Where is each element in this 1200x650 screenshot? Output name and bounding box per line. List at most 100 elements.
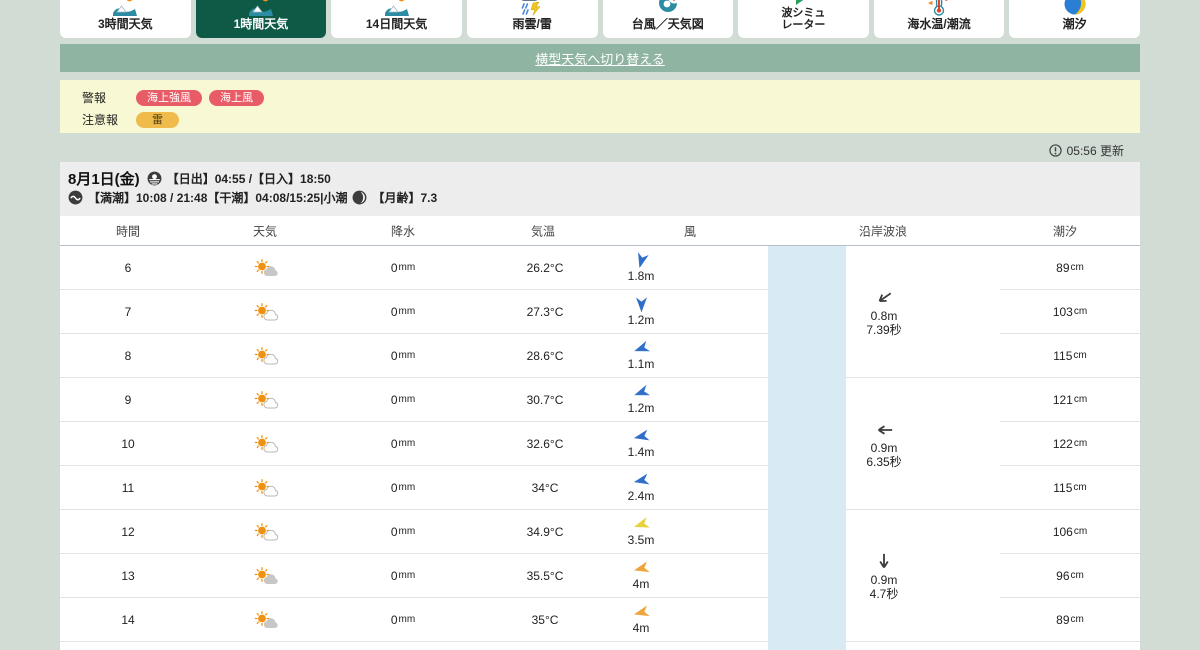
tide-cell: 103 cm xyxy=(1000,290,1140,334)
table-row: 7 0 mm 27.3°C 1.2m xyxy=(60,290,768,334)
tide-times-text: 【満潮】10:08 / 21:48【干潮】04:08/15:25|小潮 xyxy=(88,191,348,205)
col-header-temp: 気温 xyxy=(530,224,556,238)
tide-cell: 89 cm xyxy=(1000,246,1140,290)
typhoon-icon xyxy=(655,0,681,17)
wave-cell: 0.8m 7.39秒 xyxy=(768,246,1000,378)
tab-typhoon-map[interactable]: 台風／天気図 xyxy=(602,0,734,38)
wave-height: 0.9m xyxy=(870,572,898,587)
wind-cell: 1.8m xyxy=(618,251,768,283)
wind-direction-arrow xyxy=(631,382,650,401)
tab-label: 1時間天気 xyxy=(233,17,289,31)
precip-cell: 0 mm xyxy=(390,524,416,539)
date-line-tide: 【満潮】10:08 / 21:48【干潮】04:08/15:25|小潮 【月齢】… xyxy=(68,188,1140,207)
weather-scene-icon xyxy=(384,0,410,17)
hour-cell: 13 xyxy=(121,568,135,583)
precip-cell: 0 mm xyxy=(390,612,416,627)
temp-cell: 34.9°C xyxy=(526,524,564,539)
sun-cloud-white-icon xyxy=(196,346,334,365)
wind-speed: 1.2m xyxy=(627,400,655,415)
wave-direction-arrow xyxy=(874,420,894,440)
col-header-time: 時間 xyxy=(115,224,141,238)
tab-sea-temp[interactable]: 海水温/潮流 xyxy=(873,0,1005,38)
warning-row: 警報 海上強風 海上風 xyxy=(82,88,1140,106)
sun-cloud-white-icon xyxy=(196,522,334,541)
coastal-wave-column: 0.8m 7.39秒 0.9m 6.35秒 0.9m 4.7秒 xyxy=(768,246,1000,642)
date-line-sun: 8月1日(金) 【日出】04:55 /【日入】18:50 xyxy=(68,169,1140,188)
warning-label: 警報 xyxy=(82,90,107,105)
forecast-table-body: 6 0 mm 26.2°C 1.8m 7 0 mm 27.3°C 1.2m 8 0m… xyxy=(60,246,1140,650)
wave-sim-icon xyxy=(790,0,816,7)
hour-cell: 14 xyxy=(121,612,135,627)
update-time: 05:56 更新 xyxy=(1048,142,1124,159)
table-row: 12 0 mm 34.9°C 3.5m xyxy=(60,510,768,554)
sunrise-icon xyxy=(147,171,162,186)
forecast-panel: 8月1日(金) 【日出】04:55 /【日入】18:50 【満潮】10:08 /… xyxy=(60,162,1140,650)
tab-tide[interactable]: 潮汐 xyxy=(1009,0,1140,38)
tide-cell: 96 cm xyxy=(1000,554,1140,598)
advisory-row: 注意報 雷 xyxy=(82,110,1140,128)
wave-direction-arrow xyxy=(874,552,894,572)
precip-cell: 0 mm xyxy=(390,260,416,275)
wind-direction-arrow xyxy=(631,338,650,357)
wind-cell: 4m xyxy=(618,604,768,635)
wind-cell: 4m xyxy=(618,560,768,591)
wave-period: 7.39秒 xyxy=(866,322,902,337)
tab-label: 14日間天気 xyxy=(365,17,428,31)
precip-cell: 0 mm xyxy=(390,392,416,407)
update-time-text: 05:56 更新 xyxy=(1066,144,1124,158)
sun-cloud-white-icon xyxy=(196,478,334,497)
col-header-weather: 天気 xyxy=(252,224,278,238)
wave-height: 0.8m xyxy=(870,308,898,323)
tide-column: 89 cm 103 cm 115 cm 121 cm 122 cm 115 cm 106 cm 96 cm 89… xyxy=(1000,246,1140,642)
sunrise-sunset-text: 【日出】04:55 /【日入】18:50 xyxy=(166,172,331,186)
date-label: 8月1日(金) xyxy=(68,171,140,188)
weather-tab-bar: 3時間天気 1時間天気 14日間天気 雨雲/雷 台風／天気図 波シミュ レーター… xyxy=(60,0,1140,38)
sea-temp-icon xyxy=(926,0,952,17)
precip-cell: 0 mm xyxy=(390,348,416,363)
warning-badge: 海上風 xyxy=(209,90,264,106)
tab-14d-weather[interactable]: 14日間天気 xyxy=(331,0,462,38)
warning-badges: 海上強風 海上風 xyxy=(136,88,271,106)
wind-direction-arrow xyxy=(632,471,650,489)
wave-direction-arrow xyxy=(870,284,898,312)
tab-label: 3時間天気 xyxy=(97,17,153,31)
hour-cell: 7 xyxy=(124,304,132,319)
col-header-waves: 沿岸波浪 xyxy=(858,224,908,238)
sun-cloud-gray-icon xyxy=(196,566,334,585)
hour-cell: 12 xyxy=(121,524,135,539)
tab-3h-weather[interactable]: 3時間天気 xyxy=(60,0,191,38)
temp-cell: 34°C xyxy=(531,480,559,495)
temp-cell: 28.6°C xyxy=(526,348,564,363)
advisory-label: 注意報 xyxy=(82,112,119,127)
wind-cell: 3.5m xyxy=(618,515,768,547)
tide-wave-icon xyxy=(68,190,83,205)
table-row: 8 0 mm 28.6°C 1.1m xyxy=(60,334,768,378)
temp-cell: 35.5°C xyxy=(526,568,564,583)
warning-badge: 海上強風 xyxy=(136,90,202,106)
tab-1h-weather[interactable]: 1時間天気 xyxy=(195,0,327,38)
hour-cell: 6 xyxy=(124,260,132,275)
table-row: 14 0 mm 35°C 4m xyxy=(60,598,768,642)
hour-cell: 11 xyxy=(121,480,135,495)
tab-wave-sim[interactable]: 波シミュ レーター xyxy=(738,0,869,38)
tab-label: 台風／天気図 xyxy=(631,17,704,31)
switch-layout-link[interactable]: 横型天気へ切り替える xyxy=(535,49,665,68)
wind-cell: 1.2m xyxy=(618,296,768,327)
table-header-row: 時間 天気 降水 気温 風 沿岸波浪 潮汐 xyxy=(60,216,1140,246)
switch-banner: 横型天気へ切り替える xyxy=(60,44,1140,72)
temp-cell: 27.3°C xyxy=(526,304,564,319)
tab-rain-radar[interactable]: 雨雲/雷 xyxy=(466,0,598,38)
hour-cell: 9 xyxy=(124,392,132,407)
temp-cell: 32.6°C xyxy=(526,436,564,451)
wind-speed: 4m xyxy=(632,620,650,635)
weather-scene-icon xyxy=(248,0,274,17)
sun-cloud-white-icon xyxy=(196,434,334,453)
tide-cell: 89 cm xyxy=(1000,598,1140,642)
wind-direction-arrow xyxy=(632,515,651,534)
col-header-precip: 降水 xyxy=(390,224,416,238)
sun-cloud-gray-icon xyxy=(196,258,334,277)
wind-cell: 1.4m xyxy=(618,429,768,459)
wave-period: 6.35秒 xyxy=(866,454,902,469)
temp-cell: 26.2°C xyxy=(526,260,564,275)
sun-cloud-white-icon xyxy=(196,302,334,321)
